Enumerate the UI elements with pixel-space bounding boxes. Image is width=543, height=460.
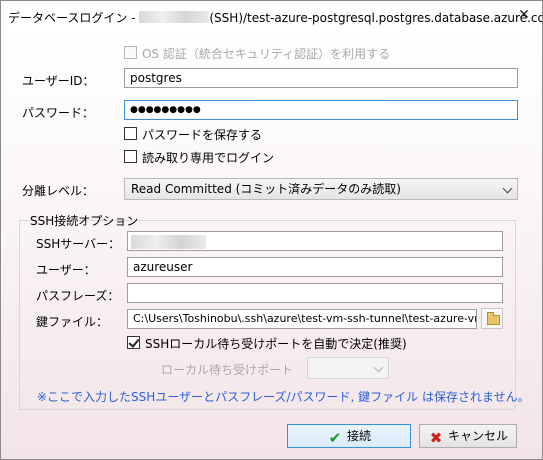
ssh-note-text: ※ここで入力したSSHユーザーとパスフレーズ/パスワード, 鍵ファイル は保存さ… <box>37 390 530 404</box>
connect-label: 接続 <box>346 429 371 443</box>
auto-port-checkbox[interactable] <box>127 336 140 349</box>
auto-port-label: SSHローカル待ち受けポートを自動で決定(推奨) <box>145 337 407 351</box>
title-bar[interactable]: データベースログイン - (SSH)/test-azure-postgresql… <box>1 1 542 31</box>
key-file-input[interactable]: C:\Users\Toshinobu\.ssh\azure\test-vm-ss… <box>127 309 477 329</box>
connect-button[interactable]: ✔ 接続 <box>287 424 411 448</box>
browse-button[interactable] <box>481 308 503 329</box>
user-id-label: ユーザーID： <box>22 74 95 88</box>
ssh-passphrase-label: パスフレーズ： <box>36 289 120 303</box>
title-suffix: (SSH)/test-azure-postgresql.postgres.dat… <box>209 11 543 25</box>
password-label: パスワード： <box>22 106 95 120</box>
key-file-label: 鍵ファイル： <box>36 315 109 329</box>
isolation-level-select[interactable]: Read Committed (コミット済みデータのみ読取) <box>124 178 518 200</box>
save-password-checkbox[interactable] <box>124 127 137 140</box>
cancel-label: キャンセル <box>447 429 508 443</box>
user-id-input[interactable]: postgres <box>124 68 518 88</box>
ssh-user-label: ユーザー： <box>36 263 96 277</box>
x-icon: ✖ <box>429 429 443 447</box>
local-port-select[interactable] <box>307 357 389 379</box>
chevron-down-icon <box>373 362 384 373</box>
login-dialog: データベースログイン - (SSH)/test-azure-postgresql… <box>0 0 543 460</box>
close-icon[interactable]: ✕ <box>512 4 536 26</box>
password-input[interactable]: ●●●●●●●●● <box>124 100 518 120</box>
local-port-label: ローカル待ち受けポート <box>161 363 294 377</box>
os-auth-checkbox[interactable] <box>124 46 137 59</box>
ssh-options-title: SSH接続オプション <box>30 214 139 228</box>
cancel-button[interactable]: ✖ キャンセル <box>419 424 517 448</box>
title-prefix: データベースログイン - <box>8 11 140 25</box>
ssh-server-label: SSHサーバー： <box>36 237 121 251</box>
dialog-content: OS 認証（統合セキュリティ認証）を利用する ユーザーID： postgres … <box>1 31 542 459</box>
os-auth-label: OS 認証（統合セキュリティ認証）を利用する <box>142 47 391 61</box>
isolation-level-label: 分離レベル： <box>22 184 95 198</box>
redacted-host-block <box>139 11 210 23</box>
ssh-user-input[interactable]: azureuser <box>127 257 503 277</box>
check-icon: ✔ <box>328 429 342 447</box>
redacted-server-block <box>131 235 206 249</box>
save-password-label: パスワードを保存する <box>142 128 263 142</box>
window-title: データベースログイン - (SSH)/test-azure-postgresql… <box>8 9 543 26</box>
chevron-down-icon <box>502 183 513 194</box>
folder-icon <box>487 312 500 325</box>
ssh-passphrase-input[interactable] <box>127 283 503 303</box>
ssh-server-input[interactable] <box>127 231 503 251</box>
isolation-level-value: Read Committed (コミット済みデータのみ読取) <box>131 182 401 196</box>
read-only-label: 読み取り専用でログイン <box>142 151 275 165</box>
read-only-checkbox[interactable] <box>124 150 137 163</box>
